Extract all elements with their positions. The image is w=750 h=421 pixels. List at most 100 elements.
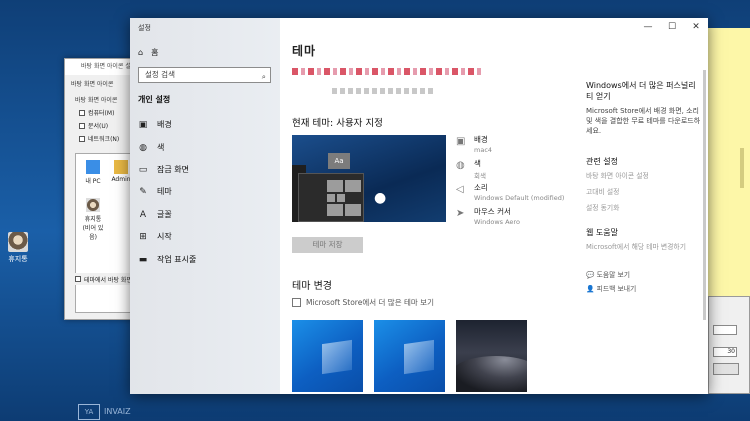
nav-item-label: 색 — [157, 143, 165, 152]
icon-this-pc[interactable]: 내 PC — [80, 160, 106, 185]
store-themes-link[interactable]: Microsoft Store에서 더 많은 테마 보기 — [292, 297, 434, 308]
link-get-help[interactable]: 💬 도움말 보기 — [586, 270, 702, 280]
prop-background[interactable]: ▣ 배경 mac4 — [456, 134, 564, 158]
folder-icon — [114, 160, 128, 174]
checkbox-network[interactable]: 네트워크(N) — [79, 134, 119, 143]
start-icon: ⊞ — [139, 231, 147, 242]
nav-home-label: 홈 — [151, 48, 159, 57]
preview-window — [298, 173, 364, 222]
search-icon[interactable]: ⌕ — [262, 70, 266, 84]
checkbox-label: 문서(U) — [88, 123, 109, 130]
theme-thumbnail-mojave[interactable] — [456, 320, 527, 392]
redacted-text-2 — [332, 88, 434, 94]
redacted-text — [292, 68, 482, 75]
logo-mark: YA — [78, 403, 100, 420]
nav-item-label: 테마 — [157, 187, 172, 196]
nav-item-theme[interactable]: ✎ 테마 — [138, 186, 172, 197]
home-icon: ⌂ — [138, 48, 144, 57]
dropdown-2[interactable]: 30 — [713, 347, 737, 357]
theme-thumbnail-windows-2[interactable] — [374, 320, 445, 392]
dialog-button[interactable] — [713, 363, 739, 375]
prop-cursor[interactable]: ➤ 마우스 커서 Windows Aero — [456, 206, 564, 230]
taskbar-icon: ▬ — [138, 254, 148, 265]
icon-list: 내 PC Admin 휴지통 (비어 있음) — [75, 153, 135, 313]
apple-logo-icon: ● — [374, 190, 387, 206]
right-partial-dialog: 30 — [708, 296, 750, 394]
link-label: 도움말 보기 — [596, 271, 631, 279]
link-change-theme-help[interactable]: Microsoft에서 해당 테마 변경하기 — [586, 242, 702, 252]
help-icon: 💬 — [586, 271, 597, 279]
prop-label: 마우스 커서 — [474, 207, 511, 216]
prop-sound[interactable]: ◁ 소리 Windows Default (modified) — [456, 182, 564, 206]
save-theme-button[interactable]: 테마 저장 — [292, 237, 363, 253]
dialog-tab[interactable]: 바탕 화면 아이콘 — [71, 79, 113, 88]
font-icon: A — [139, 209, 147, 220]
nav-section-title: 개인 설정 — [138, 95, 171, 104]
desktop-recycle-bin[interactable]: 휴지통 — [4, 232, 32, 264]
search-placeholder: 설정 검색 — [145, 70, 175, 79]
theme-icon: ✎ — [139, 186, 147, 197]
checkbox-box[interactable] — [79, 135, 85, 142]
store-link-label: Microsoft Store에서 더 많은 테마 보기 — [306, 298, 434, 307]
palette-icon: ◍ — [456, 160, 465, 171]
recycle-bin-icon — [86, 198, 100, 212]
icon-label: 휴지통 (비어 있음) — [82, 216, 104, 241]
logo-text: INVAIZ — [104, 407, 131, 416]
theme-preview: Aa ● — [292, 135, 446, 222]
nav-item-taskbar[interactable]: ▬ 작업 표시줄 — [138, 254, 197, 265]
change-theme-heading: 테마 변경 — [292, 281, 332, 292]
related-panel: Windows에서 더 많은 퍼스널리티 얻기 Microsoft Store에… — [586, 80, 702, 294]
checkbox-label: 테마에서 바탕 화면 — [84, 276, 132, 284]
nav-item-color[interactable]: ◍ 색 — [138, 142, 164, 153]
prop-value: mac4 — [474, 146, 493, 154]
link-feedback[interactable]: 👤 피드백 보내기 — [586, 284, 702, 294]
current-theme-label: 현재 테마: 사용자 지정 — [292, 118, 383, 129]
checkbox-label: 컴퓨터(M) — [88, 110, 115, 117]
checkbox-box[interactable] — [79, 122, 85, 129]
scrollbar[interactable] — [703, 70, 706, 320]
settings-window: 설정 ⌂ 홈 설정 검색 ⌕ 개인 설정 ▣ 배경 ◍ 색 ▭ 잠금 화면 ✎ 테마 A… — [130, 18, 708, 394]
checkbox-box[interactable] — [75, 276, 81, 282]
checkbox-box[interactable] — [79, 109, 85, 116]
preview-text-tile: Aa — [328, 153, 350, 169]
link-desktop-icon-settings[interactable]: 바탕 화면 아이콘 설정 — [586, 171, 702, 181]
link-high-contrast[interactable]: 고대비 설정 — [586, 187, 702, 197]
link-sync-settings[interactable]: 설정 동기화 — [586, 203, 702, 213]
icon-recycle-bin[interactable]: 휴지통 (비어 있음) — [80, 198, 106, 241]
image-icon: ▣ — [456, 136, 466, 147]
window-controls: — ☐ ✕ — [636, 18, 708, 36]
nav-home[interactable]: ⌂ 홈 — [138, 47, 158, 58]
invaiz-logo: YA INVAIZ — [78, 402, 158, 421]
maximize-button[interactable]: ☐ — [660, 18, 684, 36]
checkbox-label: 네트워크(N) — [88, 136, 120, 143]
nav-item-start[interactable]: ⊞ 시작 — [138, 231, 172, 242]
recycle-bin-icon — [8, 232, 28, 252]
dropdown-1[interactable] — [713, 325, 737, 335]
minimize-button[interactable]: — — [636, 18, 660, 36]
theme-properties: ▣ 배경 mac4 ◍ 색 회색 ◁ 소리 Windows Default (m… — [456, 134, 564, 230]
feedback-icon: 👤 — [586, 285, 597, 293]
nav-item-background[interactable]: ▣ 배경 — [138, 119, 172, 130]
nav-item-lock-screen[interactable]: ▭ 잠금 화면 — [138, 164, 189, 175]
personalize-heading: Windows에서 더 많은 퍼스널리티 얻기 — [586, 81, 696, 101]
nav-item-fonts[interactable]: A 글꼴 — [138, 209, 172, 220]
pc-icon — [86, 160, 100, 174]
prop-label: 소리 — [474, 183, 488, 192]
nav-item-label: 잠금 화면 — [157, 165, 189, 174]
window-title: 설정 — [138, 24, 151, 32]
prop-color[interactable]: ◍ 색 회색 — [456, 158, 564, 182]
checkbox-computer[interactable]: 컴퓨터(M) — [79, 108, 114, 117]
settings-search-input[interactable]: 설정 검색 ⌕ — [138, 67, 271, 83]
nav-item-label: 배경 — [157, 120, 172, 129]
theme-thumbnail-windows[interactable] — [292, 320, 363, 392]
sticky-scrollbar[interactable] — [740, 148, 744, 188]
prop-label: 배경 — [474, 135, 488, 144]
web-help-heading: 웹 도움말 — [586, 228, 618, 237]
nav-item-label: 글꼴 — [157, 210, 172, 219]
nav-item-label: 시작 — [157, 232, 172, 241]
page-title: 테마 — [292, 44, 317, 58]
desktop-icon-label: 휴지통 — [8, 255, 28, 263]
checkbox-documents[interactable]: 문서(U) — [79, 121, 108, 130]
settings-content: — ☐ ✕ 테마 현재 테마: 사용자 지정 Aa ● ▣ 배경 mac4 ◍ … — [280, 18, 708, 394]
close-button[interactable]: ✕ — [684, 18, 708, 36]
